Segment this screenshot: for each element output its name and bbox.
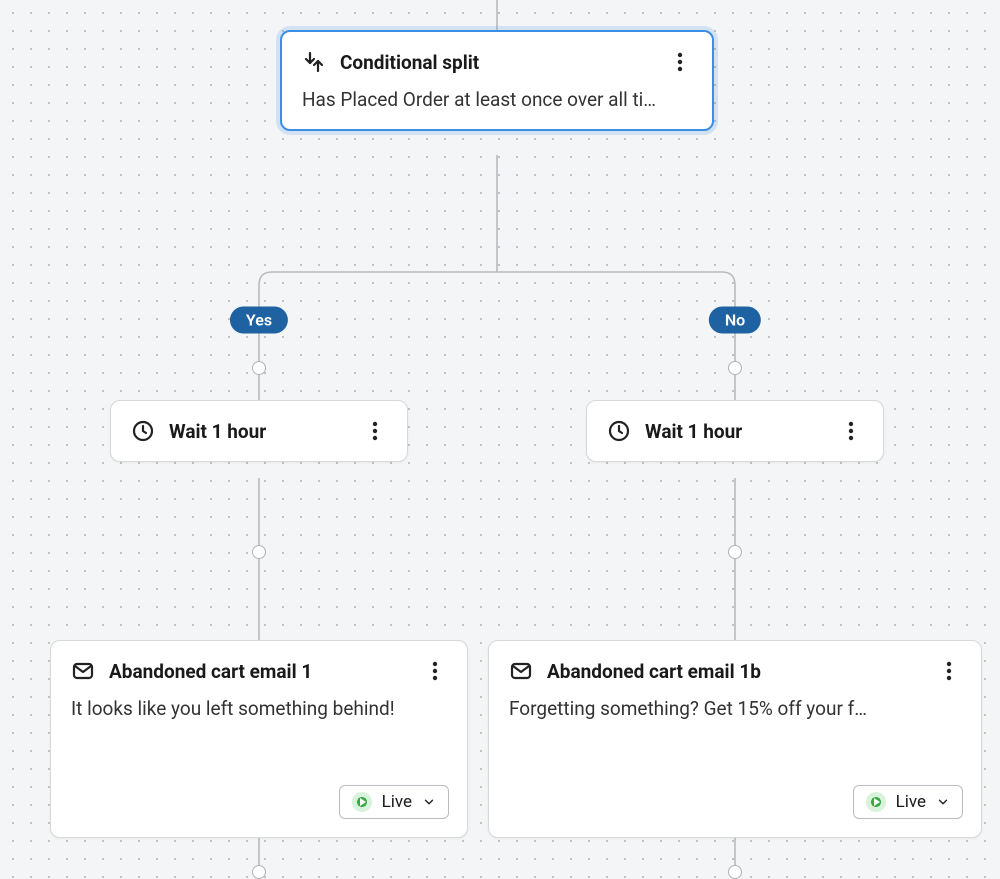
connector-port[interactable] (252, 865, 266, 879)
conditional-split-node[interactable]: Conditional split Has Placed Order at le… (280, 30, 714, 131)
node-title: Conditional split (340, 51, 479, 74)
email-icon (509, 659, 533, 683)
connector-port[interactable] (728, 865, 742, 879)
kebab-icon (432, 661, 438, 681)
node-menu-button[interactable] (668, 50, 692, 74)
status-select[interactable]: Live (853, 785, 963, 819)
node-title: Wait 1 hour (169, 420, 266, 443)
email-node-no[interactable]: Abandoned cart email 1b Forgetting somet… (488, 640, 982, 838)
connector-port[interactable] (728, 361, 742, 375)
node-menu-button[interactable] (423, 659, 447, 683)
wait-node-yes[interactable]: Wait 1 hour (110, 400, 408, 462)
connector-port[interactable] (252, 545, 266, 559)
email-icon (71, 659, 95, 683)
email-subject: Forgetting something? Get 15% off your f… (509, 697, 961, 720)
play-icon (866, 792, 886, 812)
connector-port[interactable] (728, 545, 742, 559)
branch-label-yes: Yes (230, 307, 288, 334)
node-title: Wait 1 hour (645, 420, 742, 443)
play-icon (352, 792, 372, 812)
node-menu-button[interactable] (937, 659, 961, 683)
conditional-split-icon (302, 50, 326, 74)
email-node-yes[interactable]: Abandoned cart email 1 It looks like you… (50, 640, 468, 838)
status-select[interactable]: Live (339, 785, 449, 819)
node-description: Has Placed Order at least once over all … (302, 88, 692, 111)
email-subject: It looks like you left something behind! (71, 697, 447, 720)
status-label: Live (382, 792, 412, 812)
chevron-down-icon (936, 795, 950, 809)
status-label: Live (896, 792, 926, 812)
clock-icon (131, 419, 155, 443)
branch-label-no: No (709, 307, 761, 334)
chevron-down-icon (422, 795, 436, 809)
wait-node-no[interactable]: Wait 1 hour (586, 400, 884, 462)
connector-port[interactable] (252, 361, 266, 375)
node-menu-button[interactable] (839, 419, 863, 443)
kebab-icon (677, 52, 683, 72)
node-title: Abandoned cart email 1b (547, 660, 761, 683)
kebab-icon (372, 421, 378, 441)
node-menu-button[interactable] (363, 419, 387, 443)
node-title: Abandoned cart email 1 (109, 660, 312, 683)
kebab-icon (946, 661, 952, 681)
clock-icon (607, 419, 631, 443)
kebab-icon (848, 421, 854, 441)
